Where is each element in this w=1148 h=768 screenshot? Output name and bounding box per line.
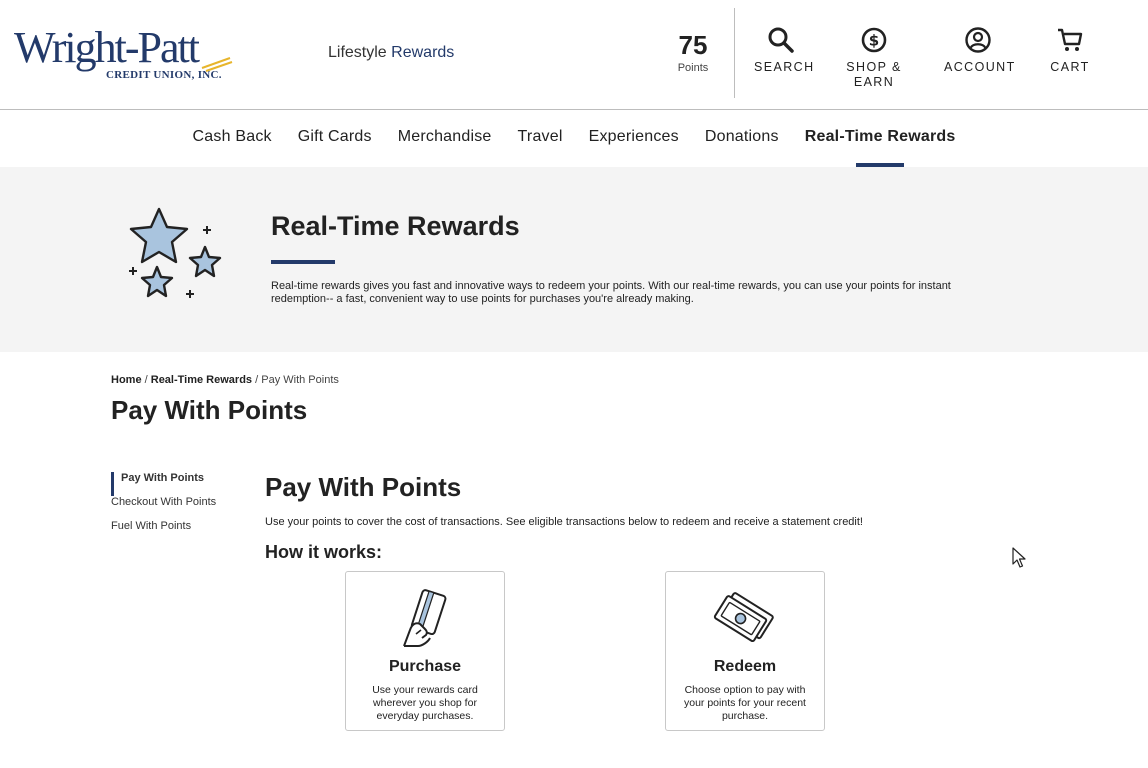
breadcrumb: Home / Real-Time Rewards / Pay With Poin… [111, 374, 339, 386]
header-account-label: ACCOUNT [944, 60, 1016, 74]
logo-swoosh-icon [201, 57, 233, 72]
wright-patt-logo[interactable]: Wright-Patt CREDIT UNION, INC. [14, 23, 233, 84]
step-title-purchase: Purchase [388, 658, 462, 675]
category-real-time-rewards-label: Real-Time Rewards [804, 128, 956, 145]
page-title: Pay With Points [111, 395, 308, 425]
category-merchandise[interactable]: Merchandise [385, 110, 505, 167]
account-icon [965, 27, 991, 53]
breadcrumb-current: Pay With Points [261, 374, 339, 386]
side-nav: Pay With Points Checkout With Points Fue… [111, 472, 216, 544]
breadcrumb-separator: / [255, 374, 259, 386]
step-text-redeem: Choose option to pay with your points fo… [684, 684, 806, 722]
breadcrumb-separator: / [144, 374, 148, 386]
category-travel[interactable]: Travel [505, 110, 576, 167]
side-nav-pay-with-points[interactable]: Pay With Points [111, 472, 216, 496]
stars-icon [129, 207, 222, 298]
step-text-purchase: Use your rewards card wherever you shop … [372, 684, 478, 722]
category-gift-cards[interactable]: Gift Cards [285, 110, 385, 167]
step-title-redeem: Redeem [713, 658, 777, 675]
category-real-time-rewards[interactable]: Real-Time Rewards [792, 110, 969, 167]
banner-description: Real-time rewards gives you fast and inn… [271, 280, 951, 305]
category-cash-back[interactable]: Cash Back [180, 110, 285, 167]
points-value: 75 [678, 30, 708, 60]
step-card-redeem: Redeem Choose option to pay with your po… [665, 571, 825, 731]
dollar-circle-icon: $ [861, 27, 887, 53]
cart-icon [1058, 28, 1083, 51]
side-nav-fuel-with-points[interactable]: Fuel With Points [111, 520, 216, 544]
header-search-button[interactable]: SEARCH [754, 26, 815, 75]
svg-text:$: $ [869, 32, 879, 50]
points-label: Points [677, 62, 709, 74]
hero-banner: Real-Time Rewards Real-time rewards give… [0, 167, 1148, 352]
points-balance[interactable]: 75 Points [668, 30, 718, 74]
header-shop-earn-label: SHOP & EARN [846, 60, 902, 89]
category-donations[interactable]: Donations [692, 110, 792, 167]
banner-title-underline [271, 260, 335, 264]
header-shop-earn-button[interactable]: $ SHOP & EARN [846, 26, 902, 90]
header-account-button[interactable]: ACCOUNT [944, 26, 1016, 75]
side-nav-checkout-with-points[interactable]: Checkout With Points [111, 496, 216, 520]
header-divider [734, 8, 735, 98]
how-it-works-heading: How it works: [265, 542, 383, 562]
step-card-purchase: Purchase Use your rewards card wherever … [345, 571, 505, 731]
header-search-label: SEARCH [754, 60, 815, 74]
section-description: Use your points to cover the cost of tra… [265, 516, 863, 528]
program-name[interactable]: Lifestyle Rewards [328, 44, 454, 62]
card-in-hand-icon [403, 589, 447, 647]
program-prefix: Lifestyle [328, 44, 387, 61]
section-heading: Pay With Points [265, 472, 462, 502]
program-suffix: Rewards [391, 44, 455, 61]
mouse-cursor-icon [1012, 547, 1026, 568]
category-experiences[interactable]: Experiences [576, 110, 692, 167]
logo-wordmark: Wright-Patt [14, 23, 200, 72]
header-cart-button[interactable]: CART [1050, 26, 1090, 75]
header-cart-label: CART [1050, 60, 1090, 74]
breadcrumb-real-time-rewards[interactable]: Real-Time Rewards [151, 374, 252, 386]
banner-title: Real-Time Rewards [271, 211, 520, 241]
breadcrumb-home[interactable]: Home [111, 374, 142, 386]
category-nav: Cash Back Gift Cards Merchandise Travel … [0, 110, 1148, 167]
cash-bills-icon [713, 592, 774, 643]
search-icon [768, 27, 794, 53]
site-header: Wright-Patt CREDIT UNION, INC. Lifestyle… [0, 0, 1148, 110]
